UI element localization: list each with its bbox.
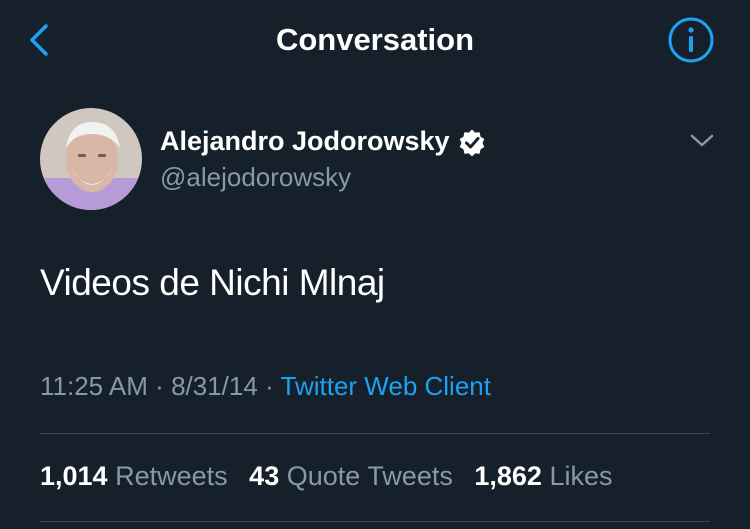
author-name-row[interactable]: Alejandro Jodorowsky <box>160 126 486 157</box>
retweets-label: Retweets <box>115 461 228 491</box>
info-button[interactable] <box>667 16 715 64</box>
info-circle-icon <box>668 17 714 63</box>
top-bar: Conversation <box>0 0 750 80</box>
divider <box>40 433 710 434</box>
page-title: Conversation <box>275 22 475 57</box>
author-name: Alejandro Jodorowsky <box>160 126 450 156</box>
quote-tweets-stat[interactable]: 43 Quote Tweets <box>249 461 453 491</box>
retweets-count: 1,014 <box>40 461 108 491</box>
tweet-stats: 1,014 Retweets 43 Quote Tweets 1,862 Lik… <box>40 461 626 492</box>
likes-count: 1,862 <box>474 461 542 491</box>
avatar[interactable] <box>40 108 142 210</box>
tweet-text: Videos de Nichi Mlnaj <box>40 262 385 303</box>
author-photo <box>40 108 142 210</box>
quote-tweets-label: Quote Tweets <box>286 461 453 491</box>
meta-separator: · <box>155 371 164 401</box>
quote-tweets-count: 43 <box>249 461 280 491</box>
likes-label: Likes <box>549 461 613 491</box>
tweet-date: 8/31/14 <box>171 371 258 401</box>
retweets-stat[interactable]: 1,014 Retweets <box>40 461 228 491</box>
divider <box>40 521 710 522</box>
author-handle[interactable]: @alejodorowsky <box>160 162 351 193</box>
tweet-meta: 11:25 AM · 8/31/14 · Twitter Web Client <box>40 371 491 402</box>
tweet-time: 11:25 AM <box>40 371 148 401</box>
meta-separator: · <box>265 371 274 401</box>
more-options-button[interactable] <box>688 130 716 152</box>
chevron-down-icon <box>690 134 714 147</box>
tweet-client-link[interactable]: Twitter Web Client <box>281 371 491 401</box>
likes-stat[interactable]: 1,862 Likes <box>474 461 612 491</box>
verified-badge-icon <box>459 129 484 156</box>
